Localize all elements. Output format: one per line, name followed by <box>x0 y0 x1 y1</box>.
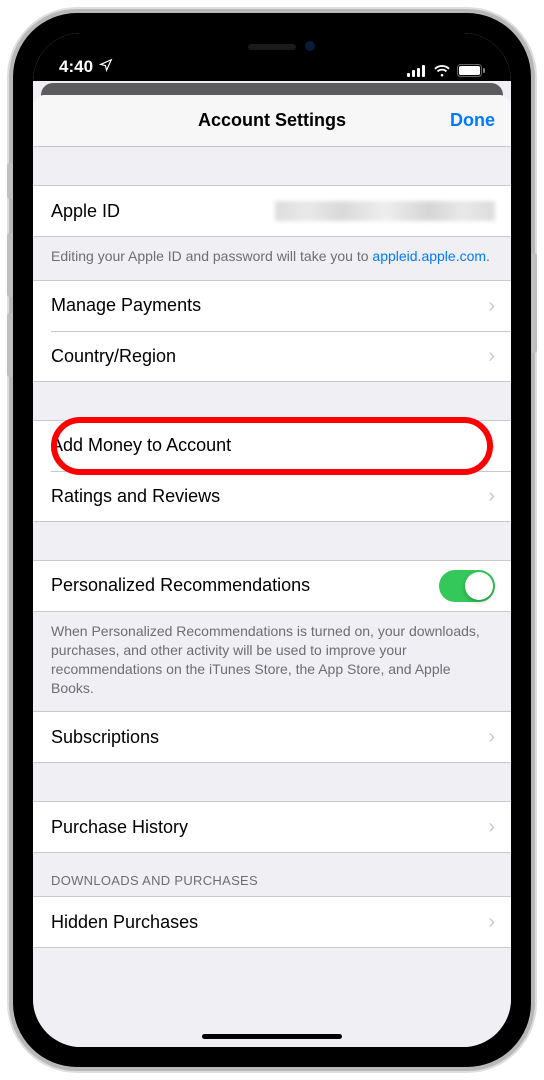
personalized-label: Personalized Recommendations <box>51 575 439 596</box>
apple-id-hint-suffix: . <box>486 248 490 264</box>
status-right <box>407 64 485 77</box>
row-personalized: Personalized Recommendations <box>33 561 511 611</box>
chevron-right-icon: › <box>488 486 495 506</box>
row-country-region[interactable]: Country/Region › <box>51 331 511 381</box>
spacer <box>33 763 511 801</box>
chevron-right-icon: › <box>488 727 495 747</box>
apple-id-value-blurred <box>275 201 495 221</box>
row-purchase-history[interactable]: Purchase History › <box>33 802 511 852</box>
group-payments: Manage Payments › Country/Region › <box>33 280 511 382</box>
group-purchase-history: Purchase History › <box>33 801 511 853</box>
side-button-power <box>531 253 537 353</box>
content-scroll[interactable]: Apple ID Editing your Apple ID and passw… <box>33 147 511 1047</box>
manage-payments-label: Manage Payments <box>51 295 482 316</box>
phone-frame: 4:40 <box>13 13 531 1067</box>
page-title: Account Settings <box>198 110 346 131</box>
nav-bar: Account Settings Done <box>33 95 511 147</box>
purchase-history-label: Purchase History <box>51 817 482 838</box>
row-hidden-purchases[interactable]: Hidden Purchases › <box>33 897 511 947</box>
subscriptions-label: Subscriptions <box>51 727 482 748</box>
group-hidden-purchases: Hidden Purchases › <box>33 896 511 948</box>
side-button-volume-down <box>7 313 13 377</box>
group-apple-id: Apple ID <box>33 185 511 237</box>
row-manage-payments[interactable]: Manage Payments › <box>33 281 511 331</box>
chevron-right-icon: › <box>488 817 495 837</box>
row-ratings-reviews[interactable]: Ratings and Reviews › <box>51 471 511 521</box>
apple-id-label: Apple ID <box>51 201 275 222</box>
battery-icon <box>457 64 485 77</box>
spacer <box>33 147 511 185</box>
chevron-right-icon: › <box>488 436 495 456</box>
chevron-right-icon: › <box>488 296 495 316</box>
group-subscriptions: Subscriptions › <box>33 711 511 763</box>
status-left: 4:40 <box>59 57 113 77</box>
location-arrow-icon <box>99 57 113 77</box>
spacer <box>33 382 511 420</box>
screen: 4:40 <box>33 33 511 1047</box>
chevron-right-icon: › <box>488 346 495 366</box>
phone-bezel: 4:40 <box>33 33 511 1047</box>
account-settings-sheet: Account Settings Done Apple ID Editing y… <box>33 95 511 1047</box>
personalized-footer: When Personalized Recommendations is tur… <box>33 612 511 712</box>
row-apple-id[interactable]: Apple ID <box>33 186 511 236</box>
wifi-icon <box>433 64 451 77</box>
apple-id-hint-prefix: Editing your Apple ID and password will … <box>51 248 372 264</box>
status-time: 4:40 <box>59 57 93 77</box>
side-button-volume-up <box>7 233 13 297</box>
group-add-money: Add Money to Account › Ratings and Revie… <box>33 420 511 522</box>
spacer <box>33 522 511 560</box>
row-subscriptions[interactable]: Subscriptions › <box>33 712 511 762</box>
add-money-label: Add Money to Account <box>51 435 482 456</box>
apple-id-footer: Editing your Apple ID and password will … <box>33 237 511 280</box>
done-button[interactable]: Done <box>450 110 495 131</box>
apple-id-link[interactable]: appleid.apple.com <box>372 248 486 264</box>
hidden-purchases-label: Hidden Purchases <box>51 912 482 933</box>
ratings-reviews-label: Ratings and Reviews <box>51 486 482 507</box>
group-personalized: Personalized Recommendations <box>33 560 511 612</box>
row-add-money[interactable]: Add Money to Account › <box>33 421 511 471</box>
signal-icon <box>407 65 427 77</box>
toggle-knob <box>465 572 493 600</box>
side-button-silence <box>7 163 13 199</box>
downloads-header: DOWNLOADS AND PURCHASES <box>33 853 511 896</box>
personalized-toggle[interactable] <box>439 570 495 602</box>
country-region-label: Country/Region <box>51 346 482 367</box>
home-indicator[interactable] <box>202 1034 342 1039</box>
notch <box>167 33 377 65</box>
chevron-right-icon: › <box>488 912 495 932</box>
